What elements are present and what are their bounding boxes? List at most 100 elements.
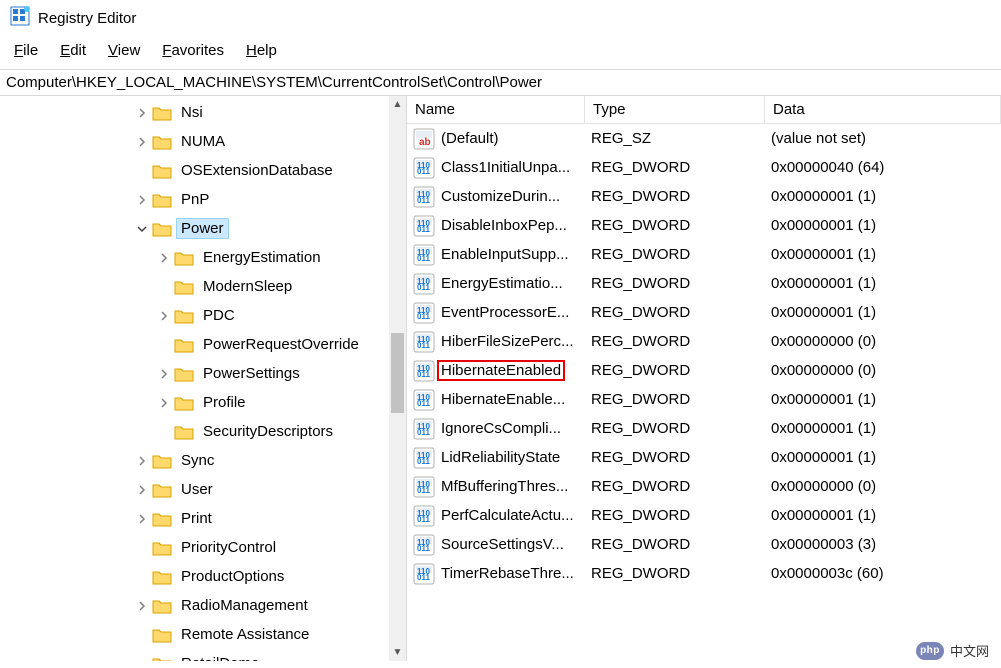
chevron-right-icon[interactable]: [134, 511, 150, 527]
binary-value-icon: [413, 302, 435, 324]
tree-item[interactable]: Print: [0, 504, 406, 533]
chevron-right-icon[interactable]: [156, 366, 172, 382]
list-row[interactable]: HibernateEnabledREG_DWORD0x00000000 (0): [407, 356, 1001, 385]
column-name-label: Name: [415, 101, 455, 118]
list-row[interactable]: HiberFileSizePerc...REG_DWORD0x00000000 …: [407, 327, 1001, 356]
menu-file[interactable]: File: [14, 42, 38, 59]
value-data: 0x00000000 (0): [765, 362, 1001, 379]
tree-item[interactable]: PowerRequestOverride: [0, 330, 406, 359]
tree-item-label: User: [176, 479, 218, 500]
address-bar[interactable]: Computer\HKEY_LOCAL_MACHINE\SYSTEM\Curre…: [0, 69, 1001, 96]
folder-icon: [174, 395, 194, 411]
list-header: Name Type Data: [407, 96, 1001, 124]
chevron-down-icon[interactable]: [134, 221, 150, 237]
menubar: File Edit View Favorites Help: [0, 34, 1001, 69]
tree-item[interactable]: PriorityControl: [0, 533, 406, 562]
menu-help[interactable]: Help: [246, 42, 277, 59]
tree-item[interactable]: Power: [0, 214, 406, 243]
tree-item[interactable]: User: [0, 475, 406, 504]
menu-favorites[interactable]: Favorites: [162, 42, 224, 59]
window-title: Registry Editor: [38, 10, 136, 27]
folder-icon: [152, 163, 172, 179]
tree-item[interactable]: PnP: [0, 185, 406, 214]
scroll-down-icon[interactable]: ▼: [389, 644, 406, 661]
folder-icon: [152, 134, 172, 150]
chevron-right-icon[interactable]: [134, 134, 150, 150]
tree-item-label: EnergyEstimation: [198, 247, 326, 268]
tree-item[interactable]: Nsi: [0, 98, 406, 127]
chevron-right-icon[interactable]: [134, 105, 150, 121]
menu-view[interactable]: View: [108, 42, 140, 59]
tree-scrollbar[interactable]: ▲ ▼: [389, 96, 406, 661]
value-name-cell: HibernateEnabled: [407, 360, 585, 382]
list-row[interactable]: SourceSettingsV...REG_DWORD0x00000003 (3…: [407, 530, 1001, 559]
binary-value-icon: [413, 389, 435, 411]
scroll-up-icon[interactable]: ▲: [389, 96, 406, 113]
list-row[interactable]: EventProcessorE...REG_DWORD0x00000001 (1…: [407, 298, 1001, 327]
value-data: 0x00000001 (1): [765, 449, 1001, 466]
chevron-right-icon[interactable]: [134, 482, 150, 498]
tree-item[interactable]: RetailDemo: [0, 649, 406, 661]
chevron-right-icon[interactable]: [134, 598, 150, 614]
list-row[interactable]: Class1InitialUnpa...REG_DWORD0x00000040 …: [407, 153, 1001, 182]
chevron-right-icon[interactable]: [134, 453, 150, 469]
tree-item[interactable]: Sync: [0, 446, 406, 475]
list-row[interactable]: EnableInputSupp...REG_DWORD0x00000001 (1…: [407, 240, 1001, 269]
folder-icon: [174, 337, 194, 353]
binary-value-icon: [413, 273, 435, 295]
list-row[interactable]: EnergyEstimatio...REG_DWORD0x00000001 (1…: [407, 269, 1001, 298]
chevron-right-icon[interactable]: [134, 192, 150, 208]
chevron-right-icon[interactable]: [156, 250, 172, 266]
list-pane: Name Type Data (Default)REG_SZ(value not…: [407, 96, 1001, 661]
tree-item[interactable]: RadioManagement: [0, 591, 406, 620]
tree-item[interactable]: ModernSleep: [0, 272, 406, 301]
value-name: CustomizeDurin...: [439, 188, 562, 205]
list-row[interactable]: DisableInboxPep...REG_DWORD0x00000001 (1…: [407, 211, 1001, 240]
binary-value-icon: [413, 186, 435, 208]
folder-icon: [152, 598, 172, 614]
tree-item[interactable]: SecurityDescriptors: [0, 417, 406, 446]
tree-item-label: Sync: [176, 450, 219, 471]
list-row[interactable]: IgnoreCsCompli...REG_DWORD0x00000001 (1): [407, 414, 1001, 443]
chevron-right-icon[interactable]: [156, 395, 172, 411]
watermark-logo: php: [916, 642, 944, 660]
tree-item[interactable]: Profile: [0, 388, 406, 417]
value-name: IgnoreCsCompli...: [439, 420, 563, 437]
value-name-cell: PerfCalculateActu...: [407, 505, 585, 527]
value-name-cell: CustomizeDurin...: [407, 186, 585, 208]
tree-item[interactable]: Remote Assistance: [0, 620, 406, 649]
tree-item[interactable]: OSExtensionDatabase: [0, 156, 406, 185]
value-data: 0x00000001 (1): [765, 246, 1001, 263]
tree-item[interactable]: EnergyEstimation: [0, 243, 406, 272]
column-name[interactable]: Name: [407, 96, 585, 123]
list-row[interactable]: CustomizeDurin...REG_DWORD0x00000001 (1): [407, 182, 1001, 211]
list-row[interactable]: (Default)REG_SZ(value not set): [407, 124, 1001, 153]
value-data: 0x00000000 (0): [765, 478, 1001, 495]
tree-item[interactable]: ProductOptions: [0, 562, 406, 591]
column-data[interactable]: Data: [765, 96, 1001, 123]
menu-help-rest: elp: [257, 42, 277, 59]
list-row[interactable]: MfBufferingThres...REG_DWORD0x00000000 (…: [407, 472, 1001, 501]
scroll-track[interactable]: [389, 113, 406, 644]
scroll-thumb[interactable]: [391, 333, 404, 413]
tree-item-label: PriorityControl: [176, 537, 281, 558]
value-type: REG_DWORD: [585, 565, 765, 582]
list-row[interactable]: TimerRebaseThre...REG_DWORD0x0000003c (6…: [407, 559, 1001, 588]
value-type: REG_DWORD: [585, 391, 765, 408]
value-data: 0x00000001 (1): [765, 420, 1001, 437]
tree-item[interactable]: PowerSettings: [0, 359, 406, 388]
list-row[interactable]: PerfCalculateActu...REG_DWORD0x00000001 …: [407, 501, 1001, 530]
menu-edit[interactable]: Edit: [60, 42, 86, 59]
tree-item[interactable]: NUMA: [0, 127, 406, 156]
column-type[interactable]: Type: [585, 96, 765, 123]
list-row[interactable]: HibernateEnable...REG_DWORD0x00000001 (1…: [407, 385, 1001, 414]
tree-item-label: Nsi: [176, 102, 208, 123]
value-name-cell: EnableInputSupp...: [407, 244, 585, 266]
chevron-right-icon[interactable]: [156, 308, 172, 324]
value-name-cell: TimerRebaseThre...: [407, 563, 585, 585]
list-row[interactable]: LidReliabilityStateREG_DWORD0x00000001 (…: [407, 443, 1001, 472]
value-name: (Default): [439, 130, 501, 147]
folder-icon: [152, 540, 172, 556]
tree-item[interactable]: PDC: [0, 301, 406, 330]
value-type: REG_DWORD: [585, 275, 765, 292]
